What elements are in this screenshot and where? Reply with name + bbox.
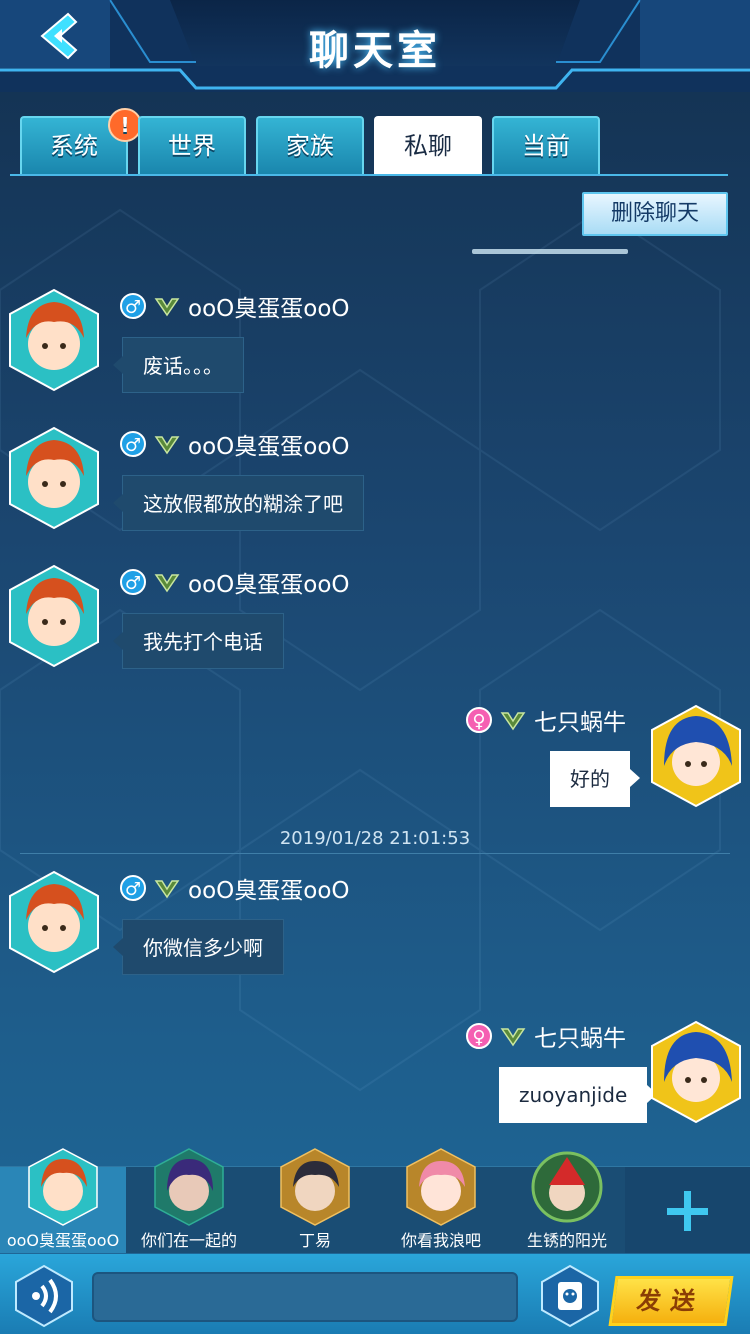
rank-icon (500, 1028, 526, 1047)
message-timestamp: 2019/01/28 21:01:53 (279, 828, 471, 849)
contact-name: 你看我浪吧 (400, 1231, 481, 1250)
delete-chat-button[interactable]: 删除聊天 (582, 192, 728, 236)
boy-avatar-icon (9, 288, 99, 392)
rank-icon (154, 298, 180, 317)
male-icon: ♂ (120, 875, 146, 901)
female-icon: ♀ (466, 1023, 492, 1049)
alert-badge: ! (108, 108, 142, 142)
boy-avatar-icon (9, 870, 99, 974)
rank-icon (154, 436, 180, 455)
sender-row: ♀ 七只蜗牛 (466, 1020, 626, 1052)
message-bubble: 你微信多少啊 (113, 919, 284, 975)
tab-divider (10, 174, 728, 176)
tab-label: 当前 (522, 132, 570, 160)
add-contact-button[interactable] (625, 1167, 750, 1253)
scroll-indicator (472, 249, 628, 254)
message-input[interactable] (92, 1272, 518, 1322)
sender-row: ♂ ooO臭蛋蛋ooO (120, 290, 350, 322)
recent-contacts-bar: ooO臭蛋蛋ooO 你们在一起的 丁易 你看我浪吧 生锈的阳光 (0, 1148, 750, 1253)
send-button[interactable]: 发送 (608, 1276, 734, 1326)
tab-family[interactable]: 家族 (256, 116, 364, 174)
input-bar: 发送 (0, 1254, 750, 1334)
contact-avatar (154, 1148, 224, 1226)
avatar[interactable] (8, 426, 100, 530)
tab-world[interactable]: 世界 (138, 116, 246, 174)
contact-name: 你们在一起的 (140, 1231, 237, 1250)
sender-name: ooO臭蛋蛋ooO (188, 878, 350, 904)
contact-avatar (280, 1148, 350, 1226)
male-icon: ♂ (120, 431, 146, 457)
sender-name: ooO臭蛋蛋ooO (188, 296, 350, 322)
contact-item[interactable]: ooO臭蛋蛋ooO (0, 1148, 126, 1253)
rank-icon (154, 574, 180, 593)
message-bubble: 这放假都放的糊涂了吧 (113, 475, 364, 531)
sender-row: ♂ ooO臭蛋蛋ooO (120, 428, 350, 460)
voice-button[interactable] (14, 1264, 74, 1328)
message-bubble: 废话。。。 (113, 337, 244, 393)
rank-icon (500, 712, 526, 731)
sender-name: ooO臭蛋蛋ooO (188, 434, 350, 460)
boy-avatar-icon (9, 564, 99, 668)
message-bubble: 好的 (550, 751, 640, 807)
tab-label: 家族 (286, 132, 334, 160)
girl-avatar-icon (651, 1020, 741, 1124)
avatar[interactable] (650, 1020, 742, 1124)
female-icon: ♀ (466, 707, 492, 733)
contact-item[interactable]: 你看我浪吧 (378, 1148, 504, 1253)
contact-item[interactable]: 你们在一起的 (126, 1148, 252, 1253)
tab-current[interactable]: 当前 (492, 116, 600, 174)
contact-name: 生锈的阳光 (526, 1231, 607, 1250)
avatar[interactable] (8, 288, 100, 392)
tab-label: 世界 (168, 132, 216, 160)
emoji-button[interactable] (540, 1264, 600, 1328)
girl-avatar-icon (651, 704, 741, 808)
avatar[interactable] (8, 564, 100, 668)
timestamp-divider (20, 853, 730, 854)
title-bar: 聊天室 (0, 0, 750, 92)
avatar[interactable] (650, 704, 742, 808)
message-bubble: zuoyanjide (499, 1067, 658, 1123)
contact-avatar (28, 1148, 98, 1226)
tab-label: 系统 (50, 132, 98, 160)
hex-background (0, 208, 721, 1092)
sender-row: ♂ ooO臭蛋蛋ooO (120, 566, 350, 598)
contact-item[interactable]: 丁易 (252, 1148, 378, 1253)
rank-icon (154, 880, 180, 899)
add-icon (667, 1191, 708, 1231)
page-title: 聊天室 (309, 28, 441, 74)
contact-avatar (406, 1148, 476, 1226)
boy-avatar-icon (9, 426, 99, 530)
sender-row: ♂ ooO臭蛋蛋ooO (120, 872, 350, 904)
emoji-icon (541, 1264, 599, 1328)
tab-system[interactable]: 系统 ! (20, 108, 142, 174)
sender-row: ♀ 七只蜗牛 (466, 704, 626, 736)
sender-name: ooO臭蛋蛋ooO (188, 572, 350, 598)
contact-name: 丁易 (298, 1231, 331, 1250)
contact-item[interactable]: 生锈的阳光 (504, 1151, 630, 1253)
voice-icon (15, 1264, 73, 1328)
tab-private[interactable]: 私聊 (374, 116, 482, 174)
sender-name: 七只蜗牛 (534, 710, 626, 736)
message-bubble: 我先打个电话 (113, 613, 284, 669)
tab-label: 私聊 (404, 132, 452, 160)
contact-name: ooO臭蛋蛋ooO (6, 1231, 120, 1250)
male-icon: ♂ (120, 569, 146, 595)
sender-name: 七只蜗牛 (534, 1026, 626, 1052)
male-icon: ♂ (120, 293, 146, 319)
contact-avatar (531, 1151, 603, 1223)
avatar[interactable] (8, 870, 100, 974)
